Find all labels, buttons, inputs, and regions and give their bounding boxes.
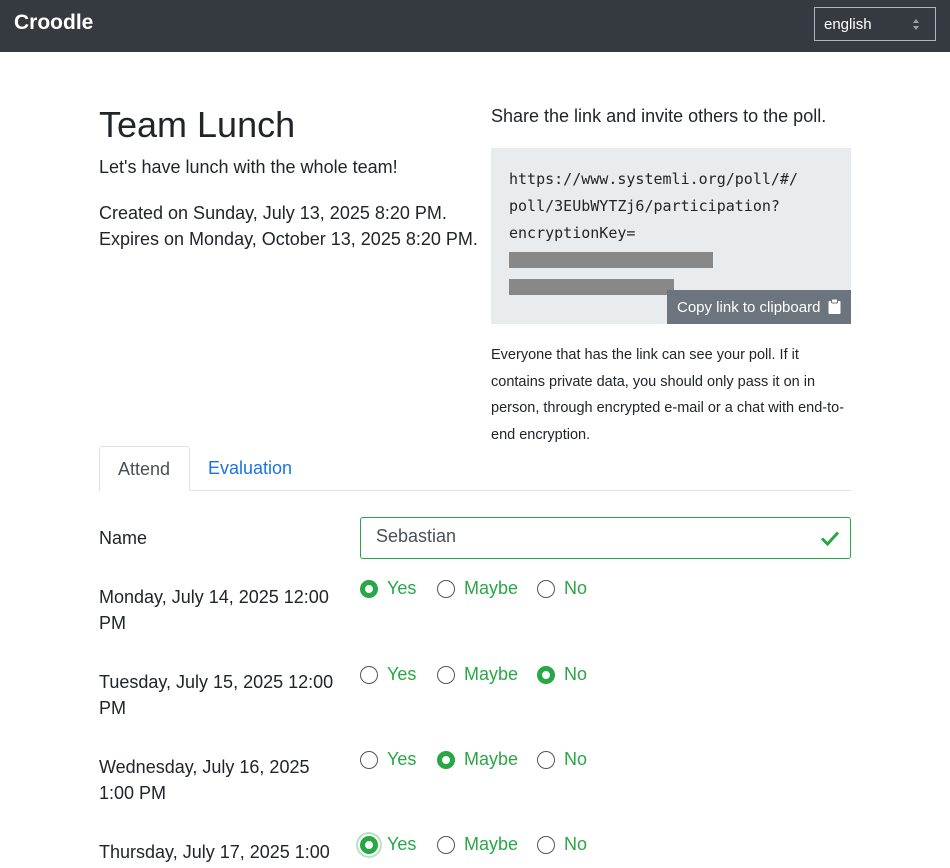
share-link-line: encryptionKey= xyxy=(509,220,839,274)
radio-button[interactable] xyxy=(537,580,555,598)
date-label: Tuesday, July 15, 2025 12:00 PM xyxy=(99,672,334,718)
radio-button[interactable] xyxy=(537,836,555,854)
answer-label: Maybe xyxy=(464,664,519,684)
radio-button[interactable] xyxy=(537,666,555,684)
radio-button[interactable] xyxy=(437,666,455,684)
share-link-line: poll/3EUbWYTZj6/participation? xyxy=(509,197,780,215)
answer-label: Yes xyxy=(387,834,417,854)
name-label: Name xyxy=(99,528,148,548)
radio-button[interactable] xyxy=(437,580,455,598)
share-heading: Share the link and invite others to the … xyxy=(491,106,827,126)
answer-label: Maybe xyxy=(464,749,519,769)
answer-label: Maybe xyxy=(464,578,519,598)
radio-button[interactable] xyxy=(360,836,378,854)
check-icon xyxy=(820,531,840,546)
poll-dates: Created on Sunday, July 13, 2025 8:20 PM… xyxy=(99,200,478,252)
radio-button[interactable] xyxy=(360,580,378,598)
date-label: Wednesday, July 16, 2025 1:00 PM xyxy=(99,757,310,803)
answer-label: Maybe xyxy=(464,834,519,854)
poll-expires: Expires on Monday, October 13, 2025 8:20… xyxy=(99,229,478,249)
date-label: Monday, July 14, 2025 12:00 PM xyxy=(99,587,329,633)
privacy-note: Everyone that has the link can see your … xyxy=(491,347,845,443)
tab-evaluation[interactable]: Evaluation xyxy=(190,446,310,491)
answer-label: No xyxy=(564,664,588,684)
answer-label: Yes xyxy=(387,578,417,598)
language-select[interactable]: english xyxy=(814,7,936,41)
poll-created: Created on Sunday, July 13, 2025 8:20 PM… xyxy=(99,203,447,223)
share-link-line: https://www.systemli.org/poll/#/ xyxy=(509,170,798,188)
date-label: Thursday, July 17, 2025 1:00 xyxy=(99,842,330,862)
share-link[interactable]: https://www.systemli.org/poll/#/ poll/3E… xyxy=(509,166,839,301)
redacted-key xyxy=(509,279,674,295)
answer-label: Yes xyxy=(387,749,417,769)
tab-attend[interactable]: Attend xyxy=(99,446,190,491)
share-link-box: https://www.systemli.org/poll/#/ poll/3E… xyxy=(491,148,851,324)
brand-logo[interactable]: Croodle xyxy=(14,11,93,35)
navbar: Croodle english xyxy=(0,0,950,52)
tab-bar: Attend Evaluation xyxy=(99,446,851,491)
language-select-value: english xyxy=(824,16,872,33)
share-link-key-label: encryptionKey= xyxy=(509,224,636,242)
select-arrows-icon xyxy=(913,16,921,32)
poll-title: Team Lunch xyxy=(99,104,296,145)
copy-link-label: Copy link to clipboard xyxy=(677,298,821,316)
poll-description: Let's have lunch with the whole team! xyxy=(99,157,398,177)
clipboard-icon xyxy=(828,299,841,314)
name-input[interactable]: Sebastian xyxy=(360,517,851,559)
name-input-value: Sebastian xyxy=(376,526,457,546)
radio-button[interactable] xyxy=(360,666,378,684)
radio-button[interactable] xyxy=(437,836,455,854)
answer-label: No xyxy=(564,834,588,854)
answer-label: Yes xyxy=(387,664,417,684)
radio-button[interactable] xyxy=(360,751,378,769)
redacted-key xyxy=(509,252,713,268)
copy-link-button[interactable]: Copy link to clipboard xyxy=(667,290,851,324)
radio-button[interactable] xyxy=(537,751,555,769)
answer-label: No xyxy=(564,578,588,598)
radio-button[interactable] xyxy=(437,751,455,769)
answer-label: No xyxy=(564,749,588,769)
